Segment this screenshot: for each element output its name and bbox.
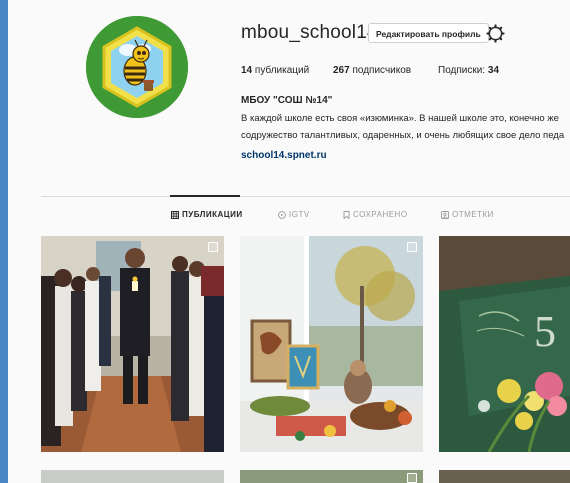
bee-logo-icon bbox=[86, 16, 188, 118]
profile-website-link[interactable]: school14.spnet.ru bbox=[241, 150, 327, 161]
profile-display-name: МБОУ "СОШ №14" bbox=[241, 95, 333, 106]
settings-gear-icon[interactable] bbox=[486, 24, 505, 43]
edit-profile-button[interactable]: Редактировать профиль bbox=[368, 23, 489, 43]
svg-text:5: 5 bbox=[534, 307, 556, 356]
tab-saved[interactable]: СОХРАНЕНО bbox=[343, 210, 408, 219]
post-thumbnail[interactable] bbox=[41, 236, 224, 452]
tab-tagged[interactable]: ОТМЕТКИ bbox=[441, 210, 494, 219]
tagged-icon bbox=[441, 210, 449, 219]
post-image: 5 bbox=[439, 236, 570, 452]
profile-bio-line: В каждой школе есть своя «изюминка». В н… bbox=[241, 113, 559, 124]
post-thumbnail[interactable] bbox=[439, 470, 570, 483]
post-thumbnail[interactable] bbox=[41, 470, 224, 483]
post-thumbnail[interactable] bbox=[240, 470, 423, 483]
multiple-photos-icon bbox=[208, 242, 218, 252]
profile-avatar[interactable] bbox=[86, 16, 188, 118]
profile-page: mbou_school14 Редактировать профиль 14 п… bbox=[8, 0, 570, 483]
tabs-divider bbox=[41, 196, 570, 197]
posts-count: 14 публикаций bbox=[241, 65, 310, 76]
post-image bbox=[41, 236, 224, 452]
post-image bbox=[240, 236, 423, 452]
following-count[interactable]: Подписки: 34 bbox=[438, 65, 499, 76]
active-tab-indicator bbox=[170, 195, 240, 197]
igtv-icon bbox=[278, 210, 286, 219]
grid-icon bbox=[171, 210, 179, 219]
tab-posts[interactable]: ПУБЛИКАЦИИ bbox=[171, 210, 243, 219]
multiple-photos-icon bbox=[407, 242, 417, 252]
bookmark-icon bbox=[343, 210, 350, 219]
followers-count[interactable]: 267 подписчиков bbox=[333, 65, 411, 76]
post-thumbnail[interactable] bbox=[240, 236, 423, 452]
profile-bio-line: содружество талантливых, одаренных, и оч… bbox=[241, 130, 565, 141]
profile-username: mbou_school14 bbox=[241, 22, 378, 43]
post-thumbnail[interactable]: 5 bbox=[439, 236, 570, 452]
multiple-photos-icon bbox=[407, 473, 417, 483]
tab-igtv[interactable]: IGTV bbox=[278, 210, 310, 219]
